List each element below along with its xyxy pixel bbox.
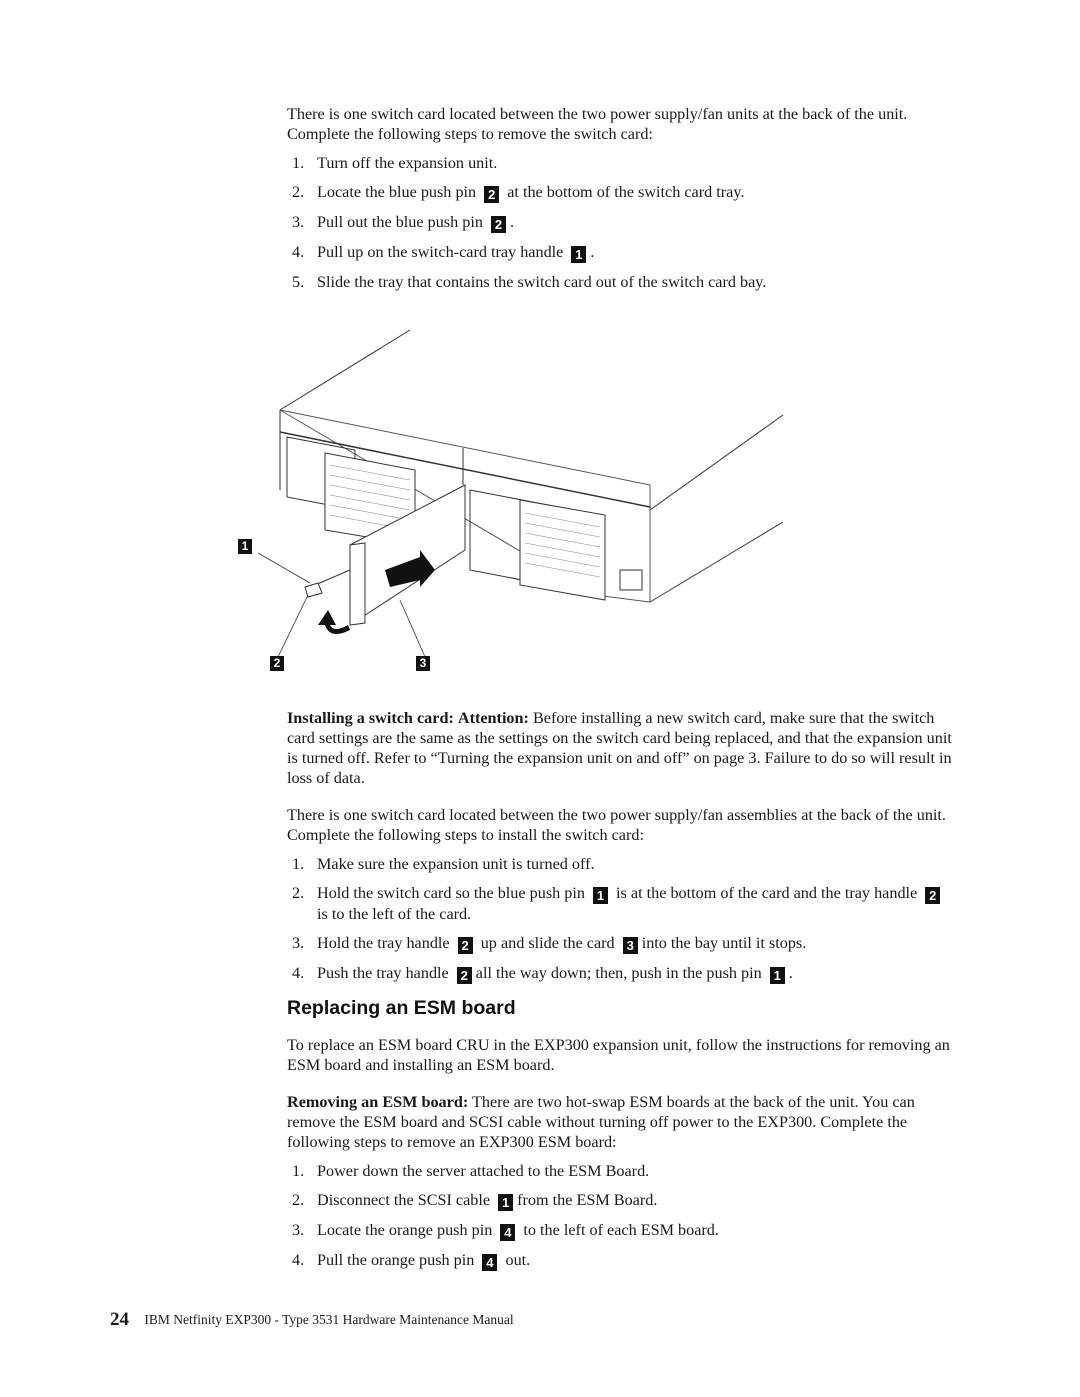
section-lead: Installing a switch card: [287, 709, 454, 727]
step-text: Hold the switch card so the blue push pi… [317, 884, 585, 902]
list-item: 3. Locate the orange push pin 4 to the l… [287, 1220, 955, 1241]
intro-paragraph: To replace an ESM board CRU in the EXP30… [287, 1036, 950, 1074]
step-text: out. [505, 1251, 531, 1269]
leader-line-1 [257, 552, 311, 584]
step-text: . [509, 213, 515, 231]
step-number: 1. [292, 154, 305, 172]
step-text: Disconnect the SCSI cable [317, 1191, 491, 1209]
step-number: 2. [292, 1191, 305, 1209]
step-number: 5. [292, 273, 305, 291]
list-item: 5. Slide the tray that contains the swit… [287, 272, 955, 292]
curved-arrow [318, 610, 350, 634]
step-text: Push the tray handle [317, 964, 449, 982]
switch-card-removal-illustration: 1 2 3 [230, 325, 800, 680]
step-text: to the left of each ESM board. [523, 1221, 719, 1239]
page-footer: 24 IBM Netfinity EXP300 - Type 3531 Hard… [110, 1309, 514, 1331]
step-text: Locate the blue push pin [317, 183, 477, 201]
list-item: 2. Locate the blue push pin 2 at the bot… [287, 182, 955, 203]
step-text: Power down the server attached to the ES… [317, 1162, 650, 1180]
step-text: from the ESM Board. [517, 1191, 658, 1209]
list-item: 3. Pull out the blue push pin 2. [287, 212, 955, 233]
step-text: . [788, 964, 793, 982]
callout-badge: 1 [769, 967, 785, 984]
intro-paragraph: There is one switch card located between… [287, 105, 908, 143]
list-item: 1. Make sure the expansion unit is turne… [287, 854, 955, 874]
step-text: Make sure the expansion unit is turned o… [317, 855, 595, 873]
callout-badge: 4 [482, 1254, 498, 1271]
callout-badge: 3 [622, 937, 638, 954]
step-text: Hold the tray handle [317, 934, 450, 952]
step-text: Turn off the expansion unit. [317, 154, 498, 172]
callout-badge: 1 [498, 1194, 514, 1211]
callout-badge: 1 [571, 246, 587, 263]
step-text: into the bay until it stops. [641, 934, 807, 952]
step-number: 1. [292, 855, 305, 873]
leader-line-2 [277, 594, 309, 658]
unit-rear-drawing [257, 329, 784, 658]
callout-badge: 2 [484, 186, 500, 203]
step-text: up and slide the card [480, 934, 615, 952]
step-text: Pull the orange push pin [317, 1251, 475, 1269]
chassis-edge-line [279, 329, 411, 411]
step-text: Pull up on the switch-card tray handle [317, 243, 564, 261]
power-connector [619, 569, 643, 591]
step-text: Locate the orange push pin [317, 1221, 493, 1239]
step-number: 4. [292, 1251, 305, 1269]
step-text: is to the left of the card. [317, 905, 472, 923]
list-item: 4. Pull the orange push pin 4 out. [287, 1250, 955, 1271]
list-item: 4. Push the tray handle 2 all the way dow… [287, 963, 955, 984]
figure-callout-3: 3 [416, 656, 430, 671]
manual-title: IBM Netfinity EXP300 - Type 3531 Hardwar… [144, 1312, 514, 1327]
step-number: 2. [292, 884, 305, 902]
callout-badge: 2 [925, 887, 941, 904]
step-number: 3. [292, 1221, 305, 1239]
callout-badge: 2 [457, 937, 473, 954]
step-number: 3. [292, 934, 305, 952]
step-number: 4. [292, 964, 305, 982]
chassis-edge-line [649, 521, 784, 603]
callout-badge: 1 [593, 887, 608, 904]
page-number: 24 [110, 1309, 129, 1330]
removing-esm-paragraph: Removing an ESM board: There are two hot… [287, 1092, 955, 1152]
replace-esm-board-section: Replacing an ESM board To replace an ESM… [287, 998, 955, 1271]
step-number: 3. [292, 213, 305, 231]
step-text: is at the bottom of the card and the tra… [616, 884, 918, 902]
step-number: 4. [292, 243, 305, 261]
list-item: 3. Hold the tray handle 2 up and slide t… [287, 933, 955, 954]
callout-badge: 2 [456, 967, 472, 984]
step-text: Pull out the blue push pin [317, 213, 483, 231]
switch-card-faceplate [349, 542, 366, 626]
step-text: . [590, 243, 595, 261]
chassis-edge-line [649, 414, 784, 511]
list-item: 1. Turn off the expansion unit. [287, 153, 955, 173]
section-lead: Removing an ESM board: [287, 1093, 469, 1111]
section-heading: Replacing an ESM board [287, 997, 516, 1019]
remove-switch-card-section: There is one switch card located between… [287, 104, 955, 292]
list-item: 2. Disconnect the SCSI cable 1 from the E… [287, 1190, 955, 1211]
push-pin [304, 582, 323, 598]
tray-handle [314, 569, 351, 586]
callout-badge: 2 [490, 216, 506, 233]
list-item: 1. Power down the server attached to the… [287, 1161, 955, 1181]
step-text: at the bottom of the switch card tray. [507, 183, 745, 201]
list-item: 4. Pull up on the switch-card tray handl… [287, 242, 955, 263]
step-number: 2. [292, 183, 305, 201]
attention-label: Attention: [457, 709, 529, 727]
figure-callout-1: 1 [238, 539, 252, 554]
intro-paragraph: There is one switch card located between… [287, 806, 946, 844]
leader-line-3 [399, 599, 426, 658]
callout-badge: 4 [500, 1224, 516, 1241]
list-item: 2. Hold the switch card so the blue push… [287, 883, 955, 924]
figure-callout-2: 2 [270, 656, 284, 671]
attention-paragraph: Installing a switch card: Attention: Bef… [287, 708, 955, 788]
step-text: Slide the tray that contains the switch … [317, 273, 767, 291]
step-text: all the way down; then, push in the push… [475, 964, 762, 982]
step-number: 1. [292, 1162, 305, 1180]
install-switch-card-section: Installing a switch card: Attention: Bef… [287, 708, 955, 984]
